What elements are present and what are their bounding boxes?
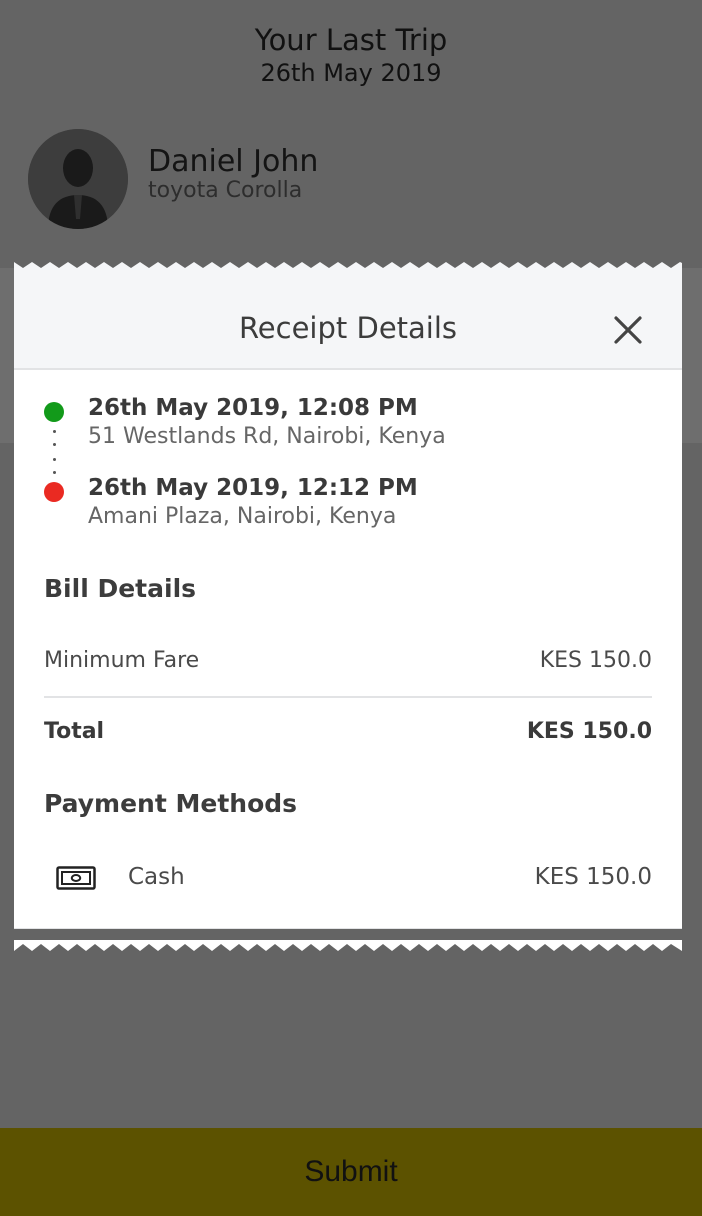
dropoff-marker-icon — [44, 482, 64, 502]
close-icon — [614, 316, 642, 344]
driver-avatar — [28, 129, 128, 229]
receipt-top-edge — [14, 262, 682, 274]
trip-date: 26th May 2019 — [260, 59, 442, 87]
total-label: Total — [44, 719, 105, 744]
fare-item-label: Minimum Fare — [44, 648, 200, 673]
page-title: Your Last Trip — [254, 23, 448, 57]
route-connector — [53, 430, 56, 433]
person-silhouette-icon — [28, 129, 128, 229]
payment-method-label: Cash — [128, 864, 185, 890]
driver-car: toyota Corolla — [148, 178, 303, 203]
payment-amount: KES 150.0 — [534, 864, 652, 890]
cash-icon — [56, 866, 96, 890]
bill-details-title: Bill Details — [44, 574, 197, 603]
dropoff-address: Amani Plaza, Nairobi, Kenya — [88, 504, 397, 529]
receipt-modal: Receipt Details 26th May 2019, 12:08 PM … — [14, 262, 682, 952]
bill-divider — [44, 696, 652, 698]
route-connector — [53, 443, 56, 446]
fare-item-value: KES 150.0 — [539, 648, 652, 673]
total-value: KES 150.0 — [526, 719, 652, 744]
pickup-marker-icon — [44, 402, 64, 422]
pickup-address: 51 Westlands Rd, Nairobi, Kenya — [88, 424, 446, 449]
route-connector — [53, 458, 56, 461]
close-button[interactable] — [606, 308, 650, 352]
route-connector — [53, 471, 56, 474]
receipt-title: Receipt Details — [238, 311, 458, 345]
pickup-time: 26th May 2019, 12:08 PM — [88, 395, 418, 421]
submit-label: Submit — [304, 1155, 398, 1188]
submit-button[interactable]: Submit — [0, 1128, 702, 1216]
payment-methods-title: Payment Methods — [44, 789, 298, 818]
dropoff-time: 26th May 2019, 12:12 PM — [88, 475, 418, 501]
receipt-bottom-edge — [14, 940, 682, 951]
